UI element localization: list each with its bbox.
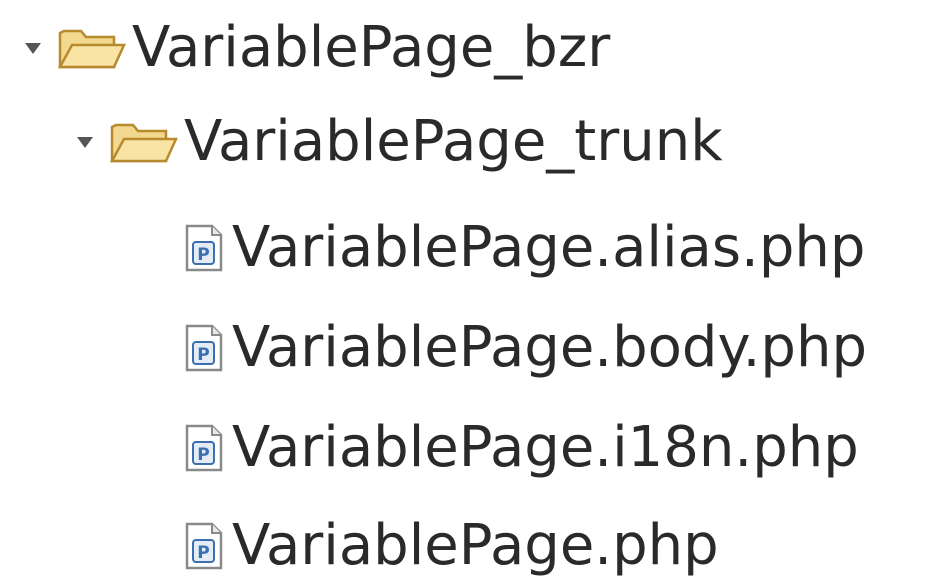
- tree-node-variablepage-bzr[interactable]: VariablePage_bzr: [20, 8, 610, 88]
- tree-node-label: VariablePage.php: [232, 513, 719, 578]
- file-badge-letter: P: [197, 245, 209, 265]
- expand-triangle-icon[interactable]: [72, 129, 98, 155]
- file-badge-letter: P: [197, 345, 209, 365]
- tree-node-i18n-php[interactable]: P VariablePage.i18n.php: [182, 408, 859, 488]
- tree-node-label: VariablePage.body.php: [232, 315, 868, 380]
- open-folder-icon: [56, 23, 126, 73]
- tree-node-alias-php[interactable]: P VariablePage.alias.php: [182, 208, 865, 288]
- expand-triangle-icon[interactable]: [20, 35, 46, 61]
- tree-node-label: VariablePage.i18n.php: [232, 415, 859, 480]
- tree-node-variablepage-trunk[interactable]: VariablePage_trunk: [72, 102, 723, 182]
- tree-node-body-php[interactable]: P VariablePage.body.php: [182, 308, 867, 388]
- open-folder-icon: [108, 117, 178, 167]
- project-tree: VariablePage_bzr VariablePage_trunk P Va…: [0, 0, 925, 587]
- tree-node-label: VariablePage_trunk: [184, 109, 723, 174]
- file-badge-letter: P: [197, 543, 209, 563]
- tree-node-label: VariablePage.alias.php: [232, 215, 866, 280]
- file-badge-letter: P: [197, 445, 209, 465]
- php-file-icon: P: [182, 521, 226, 571]
- php-file-icon: P: [182, 323, 226, 373]
- php-file-icon: P: [182, 223, 226, 273]
- tree-node-label: VariablePage_bzr: [132, 15, 611, 80]
- tree-node-variablepage-php[interactable]: P VariablePage.php: [182, 506, 719, 586]
- php-file-icon: P: [182, 423, 226, 473]
